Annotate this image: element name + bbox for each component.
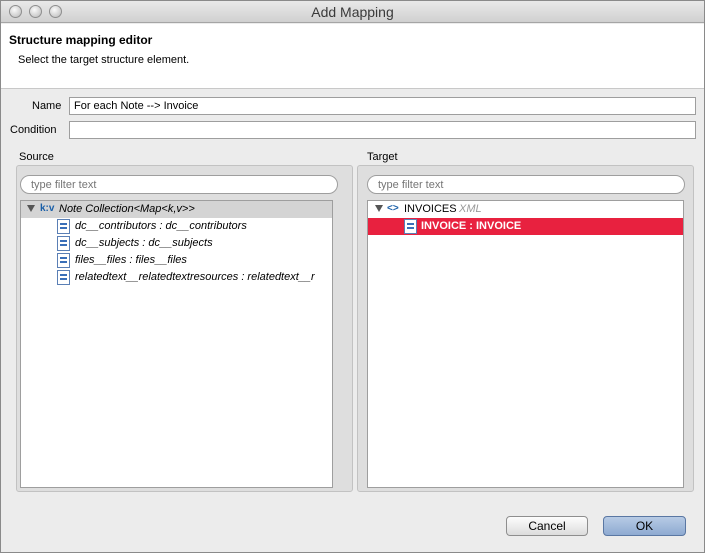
- xml-element-icon: <>: [387, 203, 399, 214]
- key-value-icon: k:v: [40, 203, 55, 214]
- source-filter-input[interactable]: [20, 175, 338, 194]
- target-root-type: XML: [459, 203, 482, 215]
- list-item-label: INVOICE : INVOICE: [421, 220, 522, 232]
- target-tree[interactable]: <> INVOICES XML INVOICE : INVOICE: [367, 200, 684, 488]
- structure-element-icon: [57, 236, 70, 251]
- list-item[interactable]: relatedtext__relatedtextresources : rela…: [21, 269, 332, 286]
- header-title: Structure mapping editor: [9, 33, 153, 47]
- structure-element-icon: [57, 253, 70, 268]
- add-mapping-dialog: Add Mapping Structure mapping editor Sel…: [0, 0, 705, 553]
- title-bar: Add Mapping: [1, 1, 704, 23]
- cancel-button[interactable]: Cancel: [506, 516, 588, 536]
- structure-element-icon: [57, 219, 70, 234]
- source-panel: k:v Note Collection<Map<k,v>> dc__contri…: [16, 165, 353, 492]
- ok-button[interactable]: OK: [603, 516, 686, 536]
- target-root-row[interactable]: <> INVOICES XML: [368, 201, 683, 218]
- structure-element-icon: [57, 270, 70, 285]
- list-item[interactable]: INVOICE : INVOICE: [368, 218, 683, 235]
- list-item[interactable]: dc__contributors : dc__contributors: [21, 218, 332, 235]
- list-item-label: files__files : files__files: [75, 254, 187, 266]
- condition-field[interactable]: [69, 121, 696, 139]
- name-field[interactable]: [69, 97, 696, 115]
- window-title: Add Mapping: [311, 4, 394, 20]
- expand-triangle-icon[interactable]: [375, 205, 383, 212]
- header-description: Select the target structure element.: [18, 54, 190, 66]
- target-root-label: INVOICES: [404, 203, 457, 215]
- source-tree[interactable]: k:v Note Collection<Map<k,v>> dc__contri…: [20, 200, 333, 488]
- list-item[interactable]: files__files : files__files: [21, 252, 332, 269]
- source-label: Source: [19, 151, 54, 163]
- target-panel: <> INVOICES XML INVOICE : INVOICE: [357, 165, 694, 492]
- source-root-label: Note Collection<Map<k,v>>: [59, 203, 195, 215]
- list-item-label: dc__contributors : dc__contributors: [75, 220, 247, 232]
- dialog-header: Structure mapping editor Select the targ…: [1, 24, 704, 89]
- structure-element-icon: [404, 219, 417, 234]
- target-filter-input[interactable]: [367, 175, 685, 194]
- list-item-label: relatedtext__relatedtextresources : rela…: [75, 271, 315, 283]
- name-label: Name: [32, 100, 62, 112]
- target-label: Target: [367, 151, 398, 163]
- expand-triangle-icon[interactable]: [27, 205, 35, 212]
- source-root-row[interactable]: k:v Note Collection<Map<k,v>>: [21, 201, 332, 218]
- list-item-label: dc__subjects : dc__subjects: [75, 237, 213, 249]
- condition-label: Condition: [10, 124, 57, 136]
- list-item[interactable]: dc__subjects : dc__subjects: [21, 235, 332, 252]
